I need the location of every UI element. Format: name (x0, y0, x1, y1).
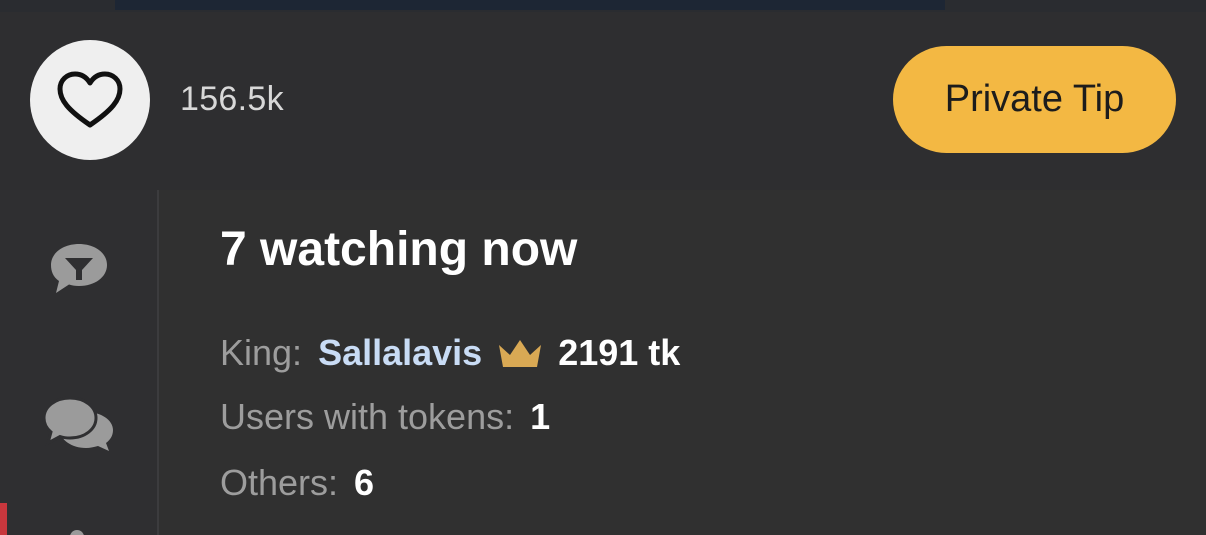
video-frame (115, 0, 945, 10)
private-tip-button[interactable]: Private Tip (893, 46, 1176, 153)
viewers-panel: 7 watching now King: Sallalavis 2191 tk … (159, 190, 1206, 535)
users-with-tokens-label: Users with tokens: (220, 396, 515, 437)
stream-panel: 156.5k Private Tip 7 watching now King: … (0, 0, 1206, 535)
tab-public-chat[interactable] (0, 219, 157, 319)
tab-private-chat[interactable] (0, 374, 157, 474)
watching-count-title: 7 watching now (220, 223, 578, 276)
others-value: 6 (354, 462, 375, 503)
king-label: King: (220, 332, 303, 373)
heart-icon (57, 71, 123, 128)
king-tokens: 2191 tk (558, 332, 681, 373)
users-with-tokens-value: 1 (530, 396, 551, 437)
like-button[interactable] (30, 40, 150, 160)
active-tab-indicator (0, 503, 7, 535)
action-bar: 156.5k Private Tip (0, 12, 1206, 190)
crown-icon (496, 337, 544, 369)
others-row: Others: 6 (220, 462, 374, 504)
king-username-link[interactable]: Sallalavis (318, 332, 482, 374)
video-preview-edge (0, 0, 1206, 12)
sidebar (0, 190, 159, 535)
user-icon[interactable] (70, 530, 84, 535)
chat-bubbles-icon (41, 396, 113, 451)
like-count: 156.5k (180, 80, 284, 118)
king-row: King: Sallalavis 2191 tk (220, 332, 680, 374)
chat-filter-icon (50, 244, 107, 293)
others-label: Others: (220, 462, 339, 503)
users-with-tokens-row: Users with tokens: 1 (220, 396, 550, 438)
